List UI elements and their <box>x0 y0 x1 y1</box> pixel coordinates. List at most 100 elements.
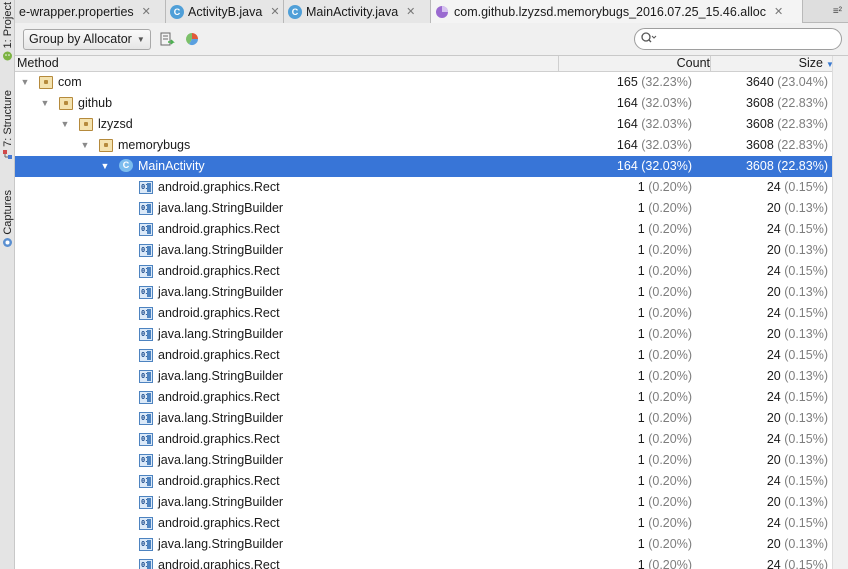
size-percent: (22.83%) <box>777 138 828 152</box>
method-name: android.graphics.Rect <box>158 180 280 194</box>
expand-toggle-icon[interactable]: ▼ <box>19 72 31 93</box>
structure-tool-tab[interactable]: 7: Structure <box>0 90 15 160</box>
size-percent: (0.13%) <box>784 495 828 509</box>
tree-row[interactable]: ▼ github 164 (32.03%) 3608 (22.83%) <box>15 93 832 114</box>
count-percent: (0.20%) <box>648 474 692 488</box>
vertical-scrollbar[interactable] <box>832 56 848 569</box>
tree-row[interactable]: 01 java.lang.StringBuilder 1 (0.20%) 20 (0.… <box>15 282 832 303</box>
method-name: android.graphics.Rect <box>158 306 280 320</box>
close-icon[interactable]: ✕ <box>142 5 151 18</box>
column-header-count[interactable]: Count <box>558 56 710 71</box>
size-percent: (0.13%) <box>784 327 828 341</box>
allocation-icon: 01 <box>139 223 153 236</box>
count-percent: (0.20%) <box>648 495 692 509</box>
structure-icon <box>2 149 13 160</box>
size-value: 20 <box>766 243 781 257</box>
tree-row[interactable]: 01 java.lang.StringBuilder 1 (0.20%) 20 (0.… <box>15 198 832 219</box>
allocation-icon: 01 <box>139 412 153 425</box>
method-name: memorybugs <box>118 138 191 152</box>
tree-row[interactable]: 01 java.lang.StringBuilder 1 (0.20%) 20 (0.… <box>15 324 832 345</box>
expand-toggle-icon[interactable]: ▼ <box>79 135 91 156</box>
size-percent: (0.13%) <box>784 285 828 299</box>
tree-row[interactable]: 01 android.graphics.Rect 1 (0.20%) 24 (0.15… <box>15 555 832 569</box>
size-percent: (22.83%) <box>777 159 828 173</box>
method-name: lzyzsd <box>98 117 133 131</box>
tree-row[interactable]: 01 android.graphics.Rect 1 (0.20%) 24 (0.15… <box>15 513 832 534</box>
count-percent: (0.20%) <box>648 369 692 383</box>
package-icon <box>39 76 53 89</box>
tree-row[interactable]: ▼ C MainActivity 164 (32.03%) 3608 (22.83%) <box>15 156 832 177</box>
count-cell: 164 (32.03%) <box>558 114 692 135</box>
tab-activityb-java[interactable]: C ActivityB.java ✕ <box>166 0 284 23</box>
chart-icon[interactable] <box>183 30 201 48</box>
captures-tool-tab[interactable]: Captures <box>0 190 15 248</box>
close-icon[interactable]: ✕ <box>774 5 783 18</box>
tree-row[interactable]: ▼ com 165 (32.23%) 3640 (23.04%) <box>15 72 832 93</box>
size-percent: (0.15%) <box>784 558 828 569</box>
size-percent: (0.13%) <box>784 453 828 467</box>
size-value: 20 <box>766 201 781 215</box>
tree-row[interactable]: 01 java.lang.StringBuilder 1 (0.20%) 20 (0.… <box>15 534 832 555</box>
project-tool-tab[interactable]: 1: Project <box>0 2 15 61</box>
tab-mainactivity-java[interactable]: C MainActivity.java ✕ <box>284 0 431 23</box>
size-value: 24 <box>766 516 781 530</box>
count-cell: 1 (0.20%) <box>558 450 692 471</box>
tree-row[interactable]: 01 java.lang.StringBuilder 1 (0.20%) 20 (0.… <box>15 366 832 387</box>
expand-toggle-icon[interactable]: ▼ <box>39 93 51 114</box>
size-cell: 24 (0.15%) <box>710 261 828 282</box>
search-input[interactable] <box>661 32 831 46</box>
tree-row[interactable]: 01 java.lang.StringBuilder 1 (0.20%) 20 (0.… <box>15 408 832 429</box>
expand-toggle-icon[interactable]: ▼ <box>99 156 111 177</box>
tree-row[interactable]: 01 android.graphics.Rect 1 (0.20%) 24 (0.15… <box>15 303 832 324</box>
size-percent: (0.13%) <box>784 369 828 383</box>
column-header-size[interactable]: Size <box>710 56 823 71</box>
size-value: 24 <box>766 264 781 278</box>
tabs-overflow-menu[interactable]: ≡² <box>827 0 848 22</box>
goto-source-icon[interactable] <box>158 30 176 48</box>
size-cell: 24 (0.15%) <box>710 555 828 569</box>
tab-alloc-file[interactable]: com.github.lzyzsd.memorybugs_2016.07.25_… <box>431 0 803 23</box>
tree-row[interactable]: 01 java.lang.StringBuilder 1 (0.20%) 20 (0.… <box>15 492 832 513</box>
class-icon: C <box>119 159 133 172</box>
count-percent: (0.20%) <box>648 180 692 194</box>
allocation-icon: 01 <box>139 517 153 530</box>
tree-row[interactable]: ▼ lzyzsd 164 (32.03%) 3608 (22.83%) <box>15 114 832 135</box>
close-icon[interactable]: ✕ <box>406 5 415 18</box>
tree-row[interactable]: 01 android.graphics.Rect 1 (0.20%) 24 (0.15… <box>15 345 832 366</box>
count-cell: 164 (32.03%) <box>558 135 692 156</box>
column-header-method[interactable]: Method <box>17 56 59 71</box>
count-percent: (0.20%) <box>648 537 692 551</box>
tree-row[interactable]: 01 java.lang.StringBuilder 1 (0.20%) 20 (0.… <box>15 450 832 471</box>
tree-row[interactable]: 01 android.graphics.Rect 1 (0.20%) 24 (0.15… <box>15 261 832 282</box>
size-value: 3608 <box>745 96 774 110</box>
group-by-dropdown[interactable]: Group by Allocator ▼ <box>23 28 151 50</box>
size-cell: 20 (0.13%) <box>710 534 828 555</box>
tab-gradle-wrapper-properties[interactable]: e-wrapper.properties ✕ <box>15 0 166 23</box>
tab-label: com.github.lzyzsd.memorybugs_2016.07.25_… <box>454 4 766 19</box>
tree-row[interactable]: 01 android.graphics.Rect 1 (0.20%) 24 (0.15… <box>15 177 832 198</box>
size-value: 20 <box>766 453 781 467</box>
method-name: com <box>58 75 82 89</box>
close-icon[interactable]: ✕ <box>270 5 279 18</box>
tree-row[interactable]: 01 android.graphics.Rect 1 (0.20%) 24 (0.15… <box>15 387 832 408</box>
tree-row[interactable]: 01 android.graphics.Rect 1 (0.20%) 24 (0.15… <box>15 219 832 240</box>
tree-row[interactable]: 01 android.graphics.Rect 1 (0.20%) 24 (0.15… <box>15 471 832 492</box>
size-value: 20 <box>766 495 781 509</box>
count-value: 1 <box>637 369 645 383</box>
size-percent: (22.83%) <box>777 117 828 131</box>
allocation-icon: 01 <box>139 433 153 446</box>
count-percent: (0.20%) <box>648 516 692 530</box>
expand-toggle-icon[interactable]: ▼ <box>59 114 71 135</box>
count-percent: (0.20%) <box>648 411 692 425</box>
count-value: 1 <box>637 495 645 509</box>
search-field[interactable] <box>634 28 842 50</box>
package-icon <box>99 139 113 152</box>
tree-row[interactable]: ▼ memorybugs 164 (32.03%) 3608 (22.83%) <box>15 135 832 156</box>
count-value: 1 <box>637 201 645 215</box>
size-percent: (23.04%) <box>777 75 828 89</box>
tree-row[interactable]: 01 android.graphics.Rect 1 (0.20%) 24 (0.15… <box>15 429 832 450</box>
tree-row[interactable]: 01 java.lang.StringBuilder 1 (0.20%) 20 (0.… <box>15 240 832 261</box>
size-cell: 24 (0.15%) <box>710 219 828 240</box>
size-value: 20 <box>766 285 781 299</box>
captures-tab-label: Captures <box>1 190 14 235</box>
